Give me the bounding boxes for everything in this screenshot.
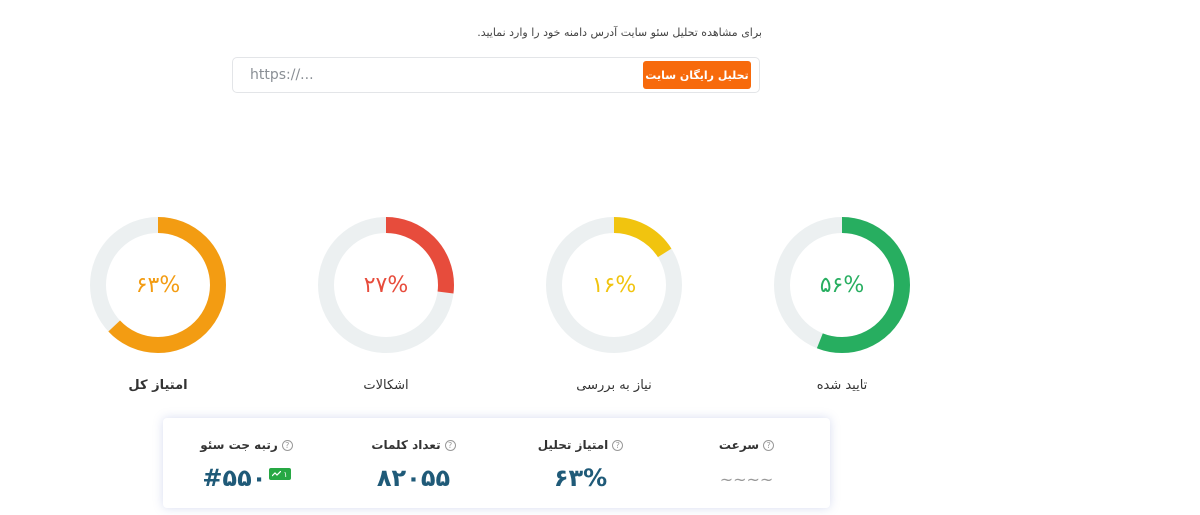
- rank-trend-value: ۱: [283, 469, 288, 479]
- gauge-issues-label: اشکالات: [363, 378, 409, 393]
- gauge-overall-value: ۶۳%: [135, 272, 181, 298]
- help-icon[interactable]: ?: [281, 439, 293, 451]
- gauge-overall: ۶۳%: [88, 215, 228, 355]
- seo-analyzer-page: برای مشاهده تحلیل سئو سایت آدرس دامنه خو…: [0, 0, 1200, 515]
- domain-input[interactable]: [233, 58, 643, 92]
- gauge-review-value: ۱۶%: [591, 272, 637, 298]
- stat-rank-value: #۵۵۰: [202, 464, 267, 492]
- free-analysis-button[interactable]: تحلیل رایگان سایت: [643, 61, 751, 89]
- gauge-overall-label: امتیاز کل: [128, 378, 188, 393]
- stat-speed: ? سرعت ~~~~: [663, 418, 830, 508]
- stat-speed-title: سرعت: [718, 438, 760, 452]
- trend-up-icon: [272, 471, 282, 477]
- stat-rank-title: رتبه جت سئو: [200, 438, 278, 452]
- gauge-issues: ۲۷%: [316, 215, 456, 355]
- stat-words: ? تعداد کلمات ۸۲۰۵۵: [330, 418, 497, 508]
- stat-score: ? امتیاز تحلیل ۶۳%: [497, 418, 664, 508]
- stat-speed-loading: ~~~~: [719, 470, 774, 489]
- gauge-approved-value: ۵۶%: [819, 272, 865, 298]
- stat-score-title: امتیاز تحلیل: [537, 438, 609, 452]
- domain-search-box: تحلیل رایگان سایت: [232, 57, 760, 93]
- stat-score-value: ۶۳%: [553, 464, 608, 492]
- gauge-approved-label: تایید شده: [816, 378, 868, 393]
- gauge-review: ۱۶%: [544, 215, 684, 355]
- stat-words-value: ۸۲۰۵۵: [376, 464, 451, 492]
- help-icon[interactable]: ?: [612, 439, 624, 451]
- help-icon[interactable]: ?: [444, 439, 456, 451]
- instruction-text: برای مشاهده تحلیل سئو سایت آدرس دامنه خو…: [477, 26, 762, 39]
- gauge-issues-value: ۲۷%: [363, 272, 409, 298]
- gauge-review-label: نیاز به بررسی: [576, 378, 652, 393]
- rank-trend-badge: ۱: [269, 468, 291, 480]
- stats-card: ? رتبه جت سئو #۵۵۰ ۱ ? تعداد کلمات ۸۲۰۵۵: [163, 418, 830, 508]
- stat-rank: ? رتبه جت سئو #۵۵۰ ۱: [163, 418, 330, 508]
- gauge-approved: ۵۶%: [772, 215, 912, 355]
- stat-words-title: تعداد کلمات: [371, 438, 441, 452]
- help-icon[interactable]: ?: [763, 439, 775, 451]
